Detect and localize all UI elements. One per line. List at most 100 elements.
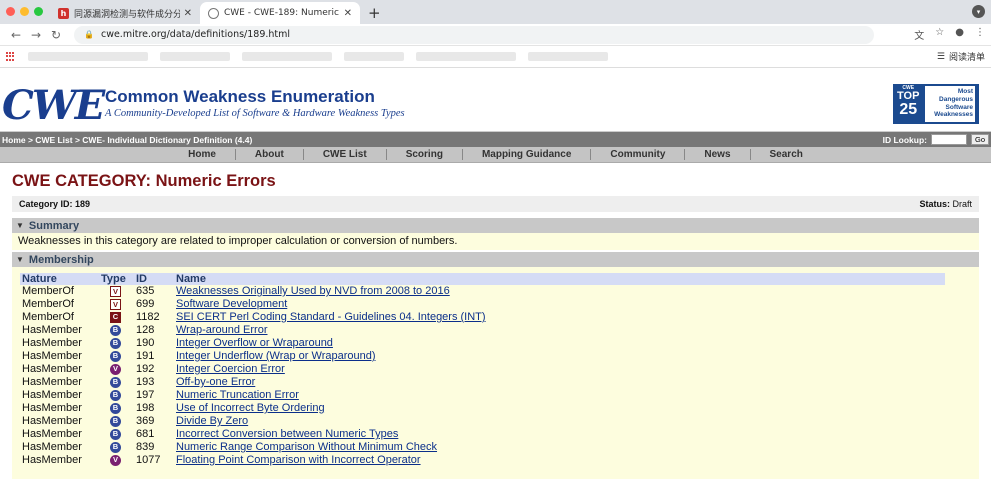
menu-home[interactable]: Home [169,149,236,160]
site-favicon-icon: h [58,7,69,19]
table-row: HasMember V 192 Integer Coercion Error [20,363,945,376]
collapse-triangle-icon[interactable]: ▼ [16,255,24,264]
site-header: CWE Common Weakness Enumeration A Commun… [0,68,991,132]
forward-arrow-icon[interactable]: → [26,28,46,42]
menu-community[interactable]: Community [591,149,686,160]
browser-tab-1[interactable]: h 同源漏洞检测与软件成分分析平台 ✕ [50,2,200,24]
bookmark-item[interactable] [528,52,608,61]
table-row: HasMember B 190 Integer Overflow or Wraparo… [20,337,945,350]
type-cell: V [99,363,134,376]
name-cell: Software Development [174,298,945,311]
type-cell: B [99,337,134,350]
table-row: HasMember B 681 Incorrect Conversion betwee… [20,428,945,441]
nature-cell: HasMember [22,454,82,466]
apps-grid-icon[interactable] [6,51,16,62]
id-cell: 699 [136,298,155,310]
bookmark-item[interactable] [28,52,148,61]
view-icon: V [110,298,121,310]
top25-badge[interactable]: CWE TOP 25 Most Dangerous Software Weakn… [893,84,979,124]
site-subtitle: A Community-Developed List of Software &… [105,108,405,119]
close-icon[interactable]: ✕ [184,8,192,19]
base-weakness-icon: B [110,428,121,440]
bookmark-item[interactable] [416,52,516,61]
name-cell: Use of Incorrect Byte Ordering [174,402,945,415]
weakness-link[interactable]: Integer Overflow or Wraparound [176,337,333,349]
name-cell: Integer Overflow or Wraparound [174,337,945,350]
menu-about[interactable]: About [236,149,304,160]
new-tab-icon[interactable]: + [368,4,381,22]
id-cell: 681 [136,428,155,440]
id-cell: 128 [136,324,155,336]
weakness-link[interactable]: Integer Coercion Error [176,363,285,375]
summary-section-header[interactable]: ▼ Summary [12,218,979,233]
close-icon[interactable]: ✕ [344,8,352,19]
menu-cwe-list[interactable]: CWE List [304,149,387,160]
menu-mapping-guidance[interactable]: Mapping Guidance [463,149,592,160]
collapse-triangle-icon[interactable]: ▼ [16,221,24,230]
back-arrow-icon[interactable]: ← [6,28,26,42]
nature-cell: HasMember [22,441,82,453]
weakness-link[interactable]: Floating Point Comparison with Incorrect… [176,454,421,466]
membership-section-header[interactable]: ▼ Membership [12,252,979,267]
breadcrumb: Home > CWE List > CWE- Individual Dictio… [0,132,991,147]
id-lookup-input[interactable] [930,134,967,145]
weakness-link[interactable]: Numeric Range Comparison Without Minimum… [176,441,437,453]
id-cell: 369 [136,415,155,427]
table-row: HasMember B 839 Numeric Range Comparison Wi… [20,441,945,454]
base-weakness-icon: B [110,350,121,362]
breadcrumb-text[interactable]: Home > CWE List > CWE- Individual Dictio… [2,135,252,145]
weakness-link[interactable]: Divide By Zero [176,415,248,427]
variant-weakness-icon: V [110,363,121,375]
bookmark-item[interactable] [242,52,332,61]
menu-search[interactable]: Search [751,149,822,160]
tab-title: 同源漏洞检测与软件成分分析平台 [74,9,180,20]
reload-icon[interactable]: ↻ [46,28,66,42]
profile-icon[interactable]: ● [955,27,964,42]
bookmark-item[interactable] [344,52,404,61]
weakness-link[interactable]: Numeric Truncation Error [176,389,299,401]
type-cell: B [99,324,134,337]
bookmark-item[interactable] [160,52,230,61]
menu-news[interactable]: News [685,149,751,160]
base-weakness-icon: B [110,441,121,453]
membership-section: Nature Type ID Name MemberOf V 635 Weakness… [12,267,979,479]
menu-dots-icon[interactable]: ⋮ [975,27,985,42]
go-button[interactable]: Go [970,134,989,145]
weakness-link[interactable]: Software Development [176,298,287,310]
category-icon: C [110,311,121,323]
weakness-link[interactable]: Wrap-around Error [176,324,268,336]
url-input[interactable]: 🔒 cwe.mitre.org/data/definitions/189.htm… [74,25,874,44]
menu-scoring[interactable]: Scoring [387,149,463,160]
cwe-logo[interactable]: CWE [2,82,105,129]
tab-search-icon[interactable]: ▾ [972,5,985,18]
category-info-bar: Category ID: 189 Status: Draft [12,196,979,212]
maximize-window-button[interactable] [34,7,43,16]
weakness-link[interactable]: Weaknesses Originally Used by NVD from 2… [176,285,450,297]
id-cell: 198 [136,402,155,414]
browser-tab-bar: h 同源漏洞检测与软件成分分析平台 ✕ CWE - CWE-189: Numer… [0,0,991,24]
main-menu: Home About CWE List Scoring Mapping Guid… [0,147,991,163]
type-cell: B [99,350,134,363]
reading-list-button[interactable]: ☰ 阅读清单 [937,50,985,64]
id-cell: 190 [136,337,155,349]
minimize-window-button[interactable] [20,7,29,16]
weakness-link[interactable]: Incorrect Conversion between Numeric Typ… [176,428,398,440]
base-weakness-icon: B [110,324,121,336]
base-weakness-icon: B [110,415,121,427]
category-id: 189 [75,199,91,209]
browser-tab-2[interactable]: CWE - CWE-189: Numeric Errors ✕ [200,2,360,24]
view-icon: V [110,285,121,297]
site-title[interactable]: Common Weakness Enumeration [105,87,375,107]
id-cell: 1077 [136,454,161,466]
translate-icon[interactable]: 文 [914,27,924,42]
base-weakness-icon: B [110,402,121,414]
weakness-link[interactable]: SEI CERT Perl Coding Standard - Guidelin… [176,311,486,323]
weakness-link[interactable]: Integer Underflow (Wrap or Wraparound) [176,350,376,362]
star-icon[interactable]: ☆ [935,27,944,42]
close-window-button[interactable] [6,7,15,16]
table-row: MemberOf V 699 Software Development [20,298,945,311]
weakness-link[interactable]: Use of Incorrect Byte Ordering [176,402,325,414]
weakness-link[interactable]: Off-by-one Error [176,376,255,388]
table-row: HasMember B 369 Divide By Zero [20,415,945,428]
nature-cell: HasMember [22,389,82,401]
